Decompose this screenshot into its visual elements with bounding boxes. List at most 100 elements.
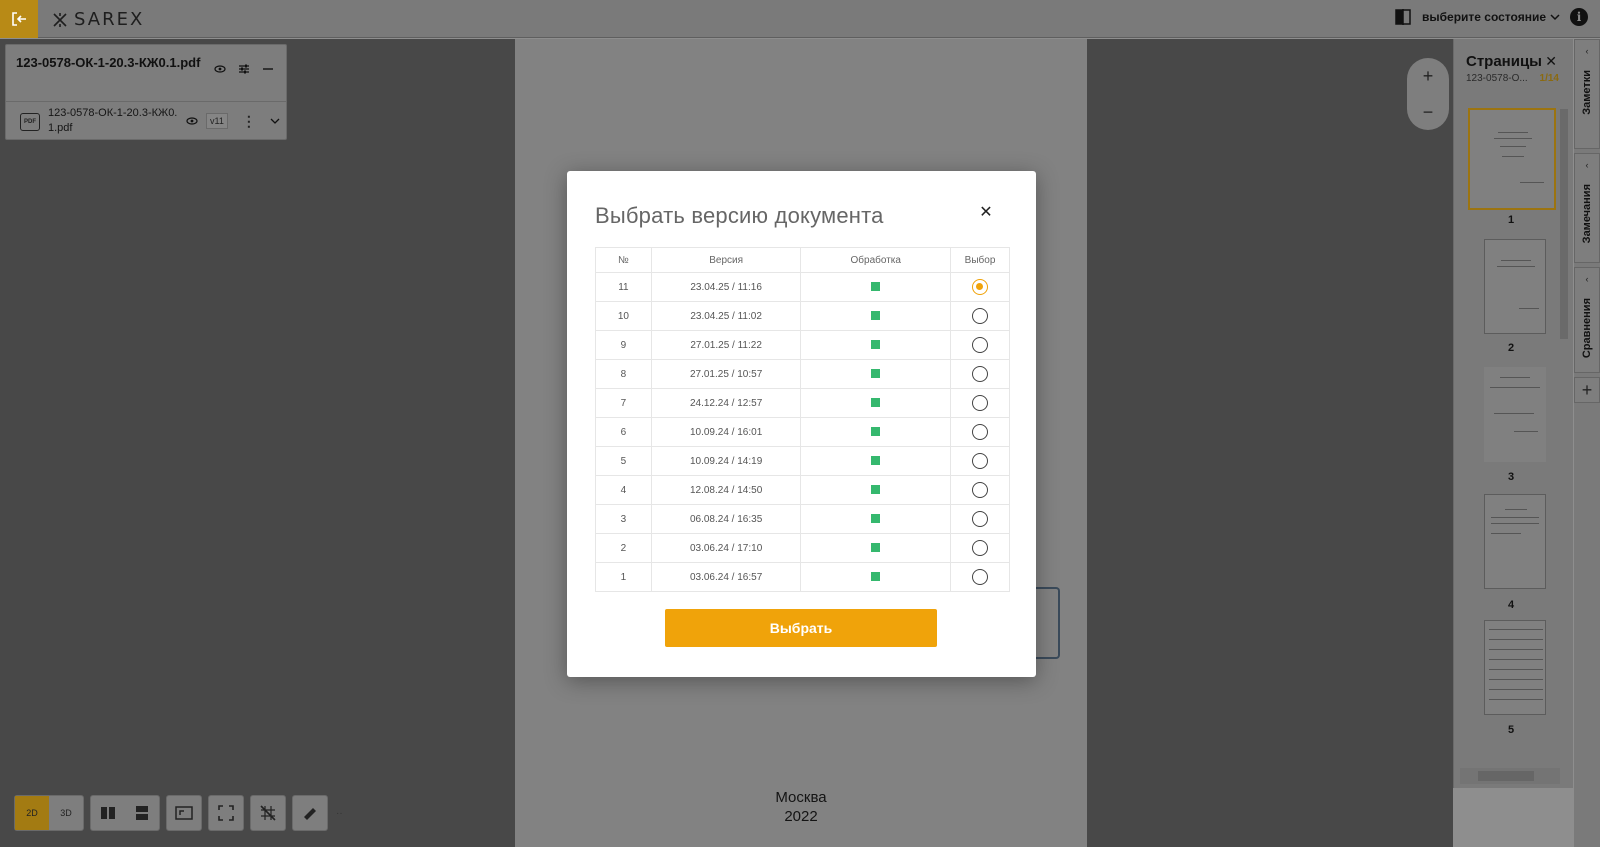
version-radio[interactable]	[972, 511, 989, 527]
page-number: 4	[1508, 599, 1515, 611]
tab-notes-label: Заметки	[1581, 70, 1593, 115]
info-icon[interactable]: i	[1570, 8, 1588, 26]
page-thumbnail[interactable]	[1484, 367, 1546, 462]
table-row[interactable]: 11 23.04.25 / 11:16	[595, 272, 1010, 302]
file-panel-actions	[214, 63, 274, 75]
tab-remarks[interactable]: ‹ Замечания	[1574, 153, 1600, 263]
table-row[interactable]: 1 03.06.24 / 16:57	[595, 562, 1010, 592]
version-radio[interactable]	[972, 395, 989, 411]
settings-sliders-icon[interactable]	[238, 63, 250, 75]
chevron-down-icon[interactable]	[270, 116, 280, 126]
split-horizontal-button[interactable]	[125, 796, 159, 830]
select-cell	[950, 301, 1010, 331]
version-radio[interactable]	[972, 569, 989, 585]
processed-status-icon	[871, 543, 881, 553]
column-header-processing: Обработка	[800, 247, 952, 273]
mode-2d-button[interactable]: 2D	[15, 796, 49, 830]
fullscreen-button[interactable]	[209, 796, 243, 830]
version-radio[interactable]	[972, 424, 989, 440]
fit-page-button[interactable]	[167, 796, 201, 830]
tab-comparisons[interactable]: ‹ Сравнения	[1574, 267, 1600, 373]
table-row[interactable]: 6 10.09.24 / 16:01	[595, 417, 1010, 447]
processing-cell	[800, 272, 952, 302]
table-row[interactable]: 8 27.01.25 / 10:57	[595, 359, 1010, 389]
pages-horizontal-scroll-thumb[interactable]	[1478, 771, 1534, 781]
eye-icon[interactable]	[214, 64, 226, 74]
version-radio[interactable]	[972, 366, 989, 382]
split-vertical-icon	[101, 807, 115, 819]
table-row[interactable]: 10 23.04.25 / 11:02	[595, 301, 1010, 331]
zoom-in-button[interactable]: +	[1423, 67, 1434, 85]
close-icon[interactable]: ✕	[1545, 53, 1557, 70]
ruler-button-group	[292, 795, 328, 831]
pages-scroll-thumb[interactable]	[1560, 109, 1568, 339]
page-thumbnail[interactable]	[1468, 108, 1556, 210]
measure-button[interactable]	[293, 796, 327, 830]
file-row[interactable]: PDF 123-0578-ОК-1-20.3-КЖ0.1.pdf v11 ⋮	[20, 105, 280, 137]
grid-button-group	[250, 795, 286, 831]
version-date: 27.01.25 / 11:22	[650, 330, 802, 360]
chevron-down-icon	[1550, 14, 1560, 21]
processed-status-icon	[871, 282, 881, 292]
select-cell	[950, 562, 1010, 592]
minimize-icon[interactable]	[262, 63, 274, 75]
page-number: 1	[1508, 214, 1515, 226]
tab-notes[interactable]: ‹ Заметки	[1574, 39, 1600, 149]
hide-grid-button[interactable]	[251, 796, 285, 830]
version-radio[interactable]	[972, 279, 989, 295]
layout-group	[90, 795, 160, 831]
compare-view-icon[interactable]	[1394, 8, 1412, 26]
version-radio[interactable]	[972, 453, 989, 469]
processed-status-icon	[871, 514, 881, 524]
logo-mark-icon	[53, 12, 67, 27]
more-vertical-icon[interactable]: ⋮	[242, 113, 256, 130]
mode-3d-button[interactable]: 3D	[49, 796, 83, 830]
eye-icon[interactable]	[186, 116, 198, 126]
sarex-logo[interactable]: SAREX	[52, 9, 144, 30]
select-cell	[950, 330, 1010, 360]
page-counter: 1/14	[1539, 73, 1559, 84]
pages-horizontal-scrollbar[interactable]	[1460, 768, 1560, 784]
version-badge[interactable]: v11	[206, 113, 228, 129]
table-row[interactable]: 5 10.09.24 / 14:19	[595, 446, 1010, 476]
version-radio[interactable]	[972, 540, 989, 556]
state-select[interactable]: выберите состояние	[1422, 10, 1560, 24]
version-number: 10	[595, 301, 652, 331]
view-mode-group: 2D 3D	[14, 795, 84, 831]
zoom-out-button[interactable]: −	[1423, 103, 1434, 121]
table-row[interactable]: 7 24.12.24 / 12:57	[595, 388, 1010, 418]
processing-cell	[800, 301, 952, 331]
split-vertical-button[interactable]	[91, 796, 125, 830]
table-row[interactable]: 2 03.06.24 / 17:10	[595, 533, 1010, 563]
exit-icon	[12, 12, 26, 26]
table-row[interactable]: 4 12.08.24 / 14:50	[595, 475, 1010, 505]
version-radio[interactable]	[972, 482, 989, 498]
exit-button[interactable]	[0, 0, 38, 38]
version-radio[interactable]	[972, 308, 989, 324]
pdf-file-icon: PDF	[20, 113, 40, 131]
add-tab-button[interactable]: +	[1574, 377, 1600, 403]
workspace-right	[1087, 39, 1453, 847]
pages-panel-title: Страницы	[1466, 53, 1542, 70]
document-year: 2022	[784, 808, 818, 825]
version-radio[interactable]	[972, 337, 989, 353]
table-row[interactable]: 9 27.01.25 / 11:22	[595, 330, 1010, 360]
more-tools-icon[interactable]: ··	[336, 808, 343, 819]
pages-panel-filename: 123-0578-О...	[1466, 73, 1528, 84]
version-number: 8	[595, 359, 652, 389]
select-version-button[interactable]: Выбрать	[665, 609, 937, 647]
version-number: 2	[595, 533, 652, 563]
table-row[interactable]: 3 06.08.24 / 16:35	[595, 504, 1010, 534]
close-icon[interactable]: ✕	[976, 203, 996, 223]
pages-panel: Страницы ✕ 123-0578-О... 1/14 1 2 3 4 5	[1453, 39, 1573, 788]
select-cell	[950, 533, 1010, 563]
page-thumbnail[interactable]	[1484, 239, 1546, 334]
page-thumbnail[interactable]	[1484, 620, 1546, 715]
fullscreen-button-group	[208, 795, 244, 831]
page-thumbnail[interactable]	[1484, 494, 1546, 589]
version-date: 10.09.24 / 14:19	[650, 446, 802, 476]
processed-status-icon	[871, 369, 881, 379]
processed-status-icon	[871, 456, 881, 466]
state-area: выберите состояние i	[1394, 8, 1588, 26]
pages-scrollbar[interactable]	[1557, 97, 1571, 737]
